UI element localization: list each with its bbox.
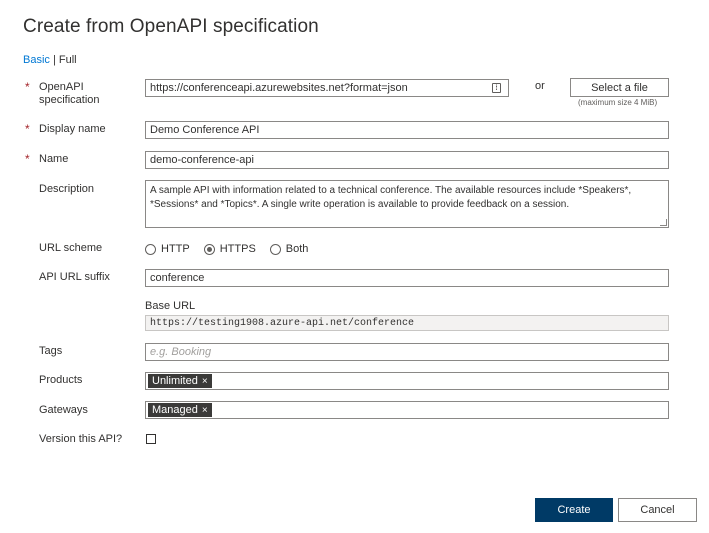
resize-grip-icon[interactable] — [660, 219, 667, 226]
radio-https[interactable]: HTTPS — [203, 243, 256, 255]
radio-http-label: HTTP — [161, 243, 190, 255]
radio-http[interactable]: HTTP — [145, 243, 190, 255]
page-title: Create from OpenAPI specification — [23, 16, 319, 37]
radio-both[interactable]: Both — [269, 243, 309, 255]
tags-input[interactable]: e.g. Booking — [145, 343, 669, 361]
display-name-input[interactable]: Demo Conference API — [145, 121, 669, 139]
radio-https-circle[interactable] — [203, 243, 215, 255]
base-url-value: https://testing1908.azure-api.net/confer… — [150, 317, 415, 329]
openapi-spec-label-line1: OpenAPI — [39, 81, 84, 93]
required-marker: * — [25, 122, 30, 136]
api-url-suffix-value: conference — [150, 272, 205, 284]
products-input[interactable]: Unlimited × — [145, 372, 669, 390]
clipboard-icon[interactable]: ⁞ — [492, 83, 501, 93]
tags-placeholder: e.g. Booking — [150, 346, 212, 358]
openapi-spec-label-line2: specification — [39, 94, 100, 106]
remove-chip-icon[interactable]: × — [202, 405, 208, 416]
product-chip-label: Unlimited — [152, 375, 198, 387]
name-input[interactable]: demo-conference-api — [145, 151, 669, 169]
basic-mode-link[interactable]: Basic — [23, 54, 50, 66]
full-mode-link[interactable]: Full — [59, 54, 77, 66]
product-chip-unlimited: Unlimited × — [148, 374, 212, 388]
gateway-chip-label: Managed — [152, 404, 198, 416]
name-label: Name — [39, 153, 69, 165]
create-button[interactable]: Create — [535, 498, 613, 522]
products-label: Products — [39, 374, 83, 386]
name-value: demo-conference-api — [150, 154, 254, 166]
base-url-readonly: https://testing1908.azure-api.net/confer… — [145, 315, 669, 331]
required-marker: * — [25, 80, 30, 94]
tags-label: Tags — [39, 345, 63, 357]
version-api-checkbox[interactable] — [146, 434, 156, 444]
openapi-spec-input[interactable]: https://conferenceapi.azurewebsites.net?… — [145, 79, 509, 97]
radio-both-circle[interactable] — [269, 243, 281, 255]
url-scheme-label: URL scheme — [39, 242, 103, 254]
display-name-value: Demo Conference API — [150, 124, 260, 136]
radio-https-label: HTTPS — [219, 243, 256, 255]
display-name-label: Display name — [39, 123, 106, 135]
mode-separator: | — [49, 54, 59, 66]
api-url-suffix-input[interactable]: conference — [145, 269, 669, 287]
radio-http-circle[interactable] — [145, 243, 156, 255]
url-scheme-radio-group: HTTP HTTPS Both — [145, 243, 322, 255]
base-url-label: Base URL — [145, 300, 196, 312]
remove-chip-icon[interactable]: × — [202, 376, 208, 387]
description-value: A sample API with information related to… — [150, 185, 632, 210]
cancel-button[interactable]: Cancel — [618, 498, 697, 522]
max-size-note: (maximum size 4 MiB) — [578, 98, 658, 107]
mode-switch: Basic | Full — [23, 54, 77, 66]
openapi-spec-value: https://conferenceapi.azurewebsites.net?… — [150, 82, 408, 94]
api-url-suffix-label: API URL suffix — [39, 271, 110, 283]
or-text: or — [535, 80, 545, 92]
openapi-spec-label: OpenAPI specification — [39, 81, 100, 107]
description-textarea[interactable]: A sample API with information related to… — [145, 180, 669, 228]
gateway-chip-managed: Managed × — [148, 403, 212, 417]
version-api-label: Version this API? — [39, 433, 123, 445]
select-file-button[interactable]: Select a file — [570, 78, 669, 97]
required-marker: * — [25, 152, 30, 166]
description-label: Description — [39, 183, 95, 195]
gateways-label: Gateways — [39, 404, 88, 416]
radio-both-label: Both — [285, 243, 309, 255]
gateways-input[interactable]: Managed × — [145, 401, 669, 419]
